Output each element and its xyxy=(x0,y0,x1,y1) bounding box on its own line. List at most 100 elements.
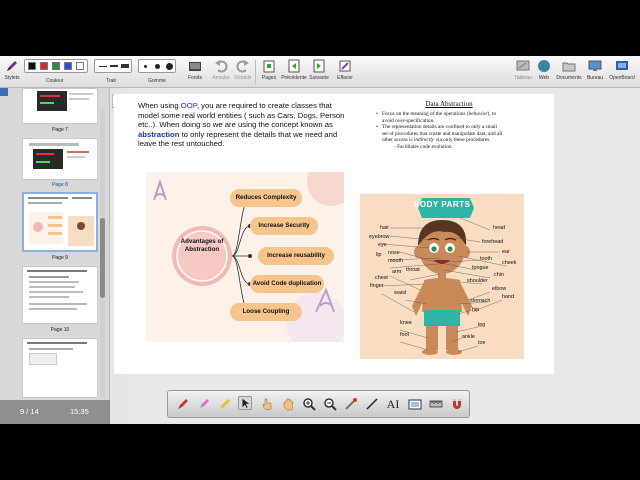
stylets-button[interactable]: Stylets xyxy=(2,59,22,87)
thumbnail-scrollbar[interactable] xyxy=(100,108,105,398)
page-counter: 9 / 14 xyxy=(20,407,39,416)
openboard-button[interactable]: OpenBoard xyxy=(607,59,637,87)
trait-label: Trait xyxy=(106,78,116,84)
large-eraser-icon[interactable] xyxy=(166,63,173,70)
capture-icon[interactable] xyxy=(408,397,422,411)
selector-icon[interactable] xyxy=(238,396,252,410)
thick-line-icon[interactable] xyxy=(121,64,129,68)
precedente-button[interactable]: Précédente xyxy=(281,59,307,87)
ruler-icon[interactable] xyxy=(429,397,443,411)
abstraction-term: abstraction xyxy=(138,129,180,139)
board-canvas[interactable]: ▸▸ When using OOP, you are required to c… xyxy=(110,88,640,424)
effacer-label: Effacer xyxy=(337,75,353,81)
effacer-button[interactable]: Effacer xyxy=(334,59,356,87)
stylets-label: Stylets xyxy=(4,75,20,81)
page-thumbnail-8[interactable] xyxy=(22,138,98,180)
openboard-icon xyxy=(616,61,628,70)
line-width-selector[interactable] xyxy=(94,59,132,73)
magnet-icon[interactable] xyxy=(450,397,464,411)
zoom-out-icon[interactable] xyxy=(323,397,337,411)
highlighter-icon[interactable] xyxy=(197,397,211,411)
medium-line-icon[interactable] xyxy=(110,65,118,67)
label-knee: knee xyxy=(400,320,412,326)
hand-pointer-icon[interactable] xyxy=(260,397,274,411)
suivante-label: Suivante xyxy=(309,75,329,81)
page-thumbnails-panel: Page 7 Page 8 Page 9 Page 10 9 / 14 15:3… xyxy=(0,88,110,424)
slide-page: When using OOP, you are required to crea… xyxy=(114,94,554,374)
documents-button[interactable]: Documents xyxy=(555,59,583,87)
annuler-button[interactable]: Annuler xyxy=(210,59,232,87)
gomme-label: Gomme xyxy=(148,78,166,84)
text-tool-icon[interactable]: AI xyxy=(386,397,400,411)
label-tooth: tooth xyxy=(480,256,492,262)
marker-icon[interactable] xyxy=(218,397,232,411)
color-red-swatch[interactable] xyxy=(40,62,48,70)
page-thumbnail-7[interactable] xyxy=(22,88,98,124)
pan-hand-icon[interactable] xyxy=(281,397,295,411)
label-nose: nose xyxy=(388,250,400,256)
label-leg: leg xyxy=(478,322,486,328)
label-cheek: cheek xyxy=(502,260,517,266)
annuler-label: Annuler xyxy=(212,75,230,81)
data-abstraction-bullets: Focus on the meaning of the operations (… xyxy=(376,111,504,151)
page-thumbnail-9[interactable] xyxy=(22,192,98,252)
pen-icon xyxy=(7,61,17,71)
main-toolbar: Stylets Couleur Trait Gomme Fonds Annule… xyxy=(0,56,640,88)
web-button[interactable]: Web xyxy=(535,59,553,87)
thin-line-icon[interactable] xyxy=(99,66,107,67)
pages-label: Pages xyxy=(261,75,277,81)
advantages-center-label: Advantages of Abstraction xyxy=(180,238,224,253)
bureau-button[interactable]: Bureau xyxy=(584,59,606,87)
drawing-tools-palette: AI xyxy=(167,390,470,418)
pen-tool-icon[interactable] xyxy=(176,397,190,411)
fonds-button[interactable]: Fonds xyxy=(184,59,206,87)
retablir-button[interactable]: Rétablir xyxy=(232,59,254,87)
sub-bullet-evolution: - Facilitates code evolution. xyxy=(394,143,453,150)
medium-eraser-icon[interactable] xyxy=(155,64,160,69)
advantage-increase-reusability: Increase reusability xyxy=(267,252,325,259)
label-stomach: stomach xyxy=(470,298,491,304)
label-shoulder: shoulder xyxy=(467,278,488,284)
oop-term: OOP xyxy=(180,101,197,110)
label-ear: ear xyxy=(502,249,510,255)
next-page-icon xyxy=(313,59,325,73)
scrollbar-thumb[interactable] xyxy=(100,218,105,298)
label-elbow: elbow xyxy=(492,286,507,292)
eraser-size-selector[interactable] xyxy=(138,59,176,73)
page-7-label: Page 7 xyxy=(52,127,68,133)
laser-pointer-icon[interactable] xyxy=(344,397,358,411)
label-toe: toe xyxy=(478,340,486,346)
label-foot: foot xyxy=(400,332,409,338)
page-thumbnail-10[interactable] xyxy=(22,266,98,324)
background-icon xyxy=(189,62,201,71)
zoom-in-icon[interactable] xyxy=(302,397,316,411)
color-white-swatch[interactable] xyxy=(76,62,84,70)
body-parts-illustration: BODY PARTS hair eyebrow eye lip nose mou… xyxy=(360,194,524,359)
pages-button[interactable]: Pages xyxy=(258,59,280,87)
line-tool-icon[interactable] xyxy=(365,397,379,411)
couleur-label: Couleur xyxy=(46,78,64,84)
label-eye: eye xyxy=(378,242,387,248)
color-black-swatch[interactable] xyxy=(28,62,36,70)
tableau-button[interactable]: Tableau xyxy=(512,59,534,87)
page-status-bar: 9 / 14 15:35 xyxy=(0,400,110,424)
toolbar-divider xyxy=(255,60,256,84)
fonds-label: Fonds xyxy=(188,75,202,81)
web-label: Web xyxy=(538,75,550,81)
label-mouth: mouth xyxy=(388,258,403,264)
page-8-label: Page 8 xyxy=(52,182,68,188)
page-thumbnail-11[interactable] xyxy=(22,338,98,398)
bureau-label: Bureau xyxy=(586,75,604,81)
suivante-button[interactable]: Suivante xyxy=(308,59,330,87)
label-waist: waist xyxy=(394,290,407,296)
label-hand: hand xyxy=(502,294,514,300)
color-green-swatch[interactable] xyxy=(52,62,60,70)
label-head: head xyxy=(493,225,505,231)
label-tongue: tongue xyxy=(472,265,489,271)
page-10-label: Page 10 xyxy=(50,327,70,333)
label-lip: lip xyxy=(376,252,382,258)
small-eraser-icon[interactable] xyxy=(144,65,147,68)
board-icon xyxy=(516,60,530,71)
data-abstraction-title: Data Abstraction xyxy=(425,100,473,108)
color-blue-swatch[interactable] xyxy=(64,62,72,70)
